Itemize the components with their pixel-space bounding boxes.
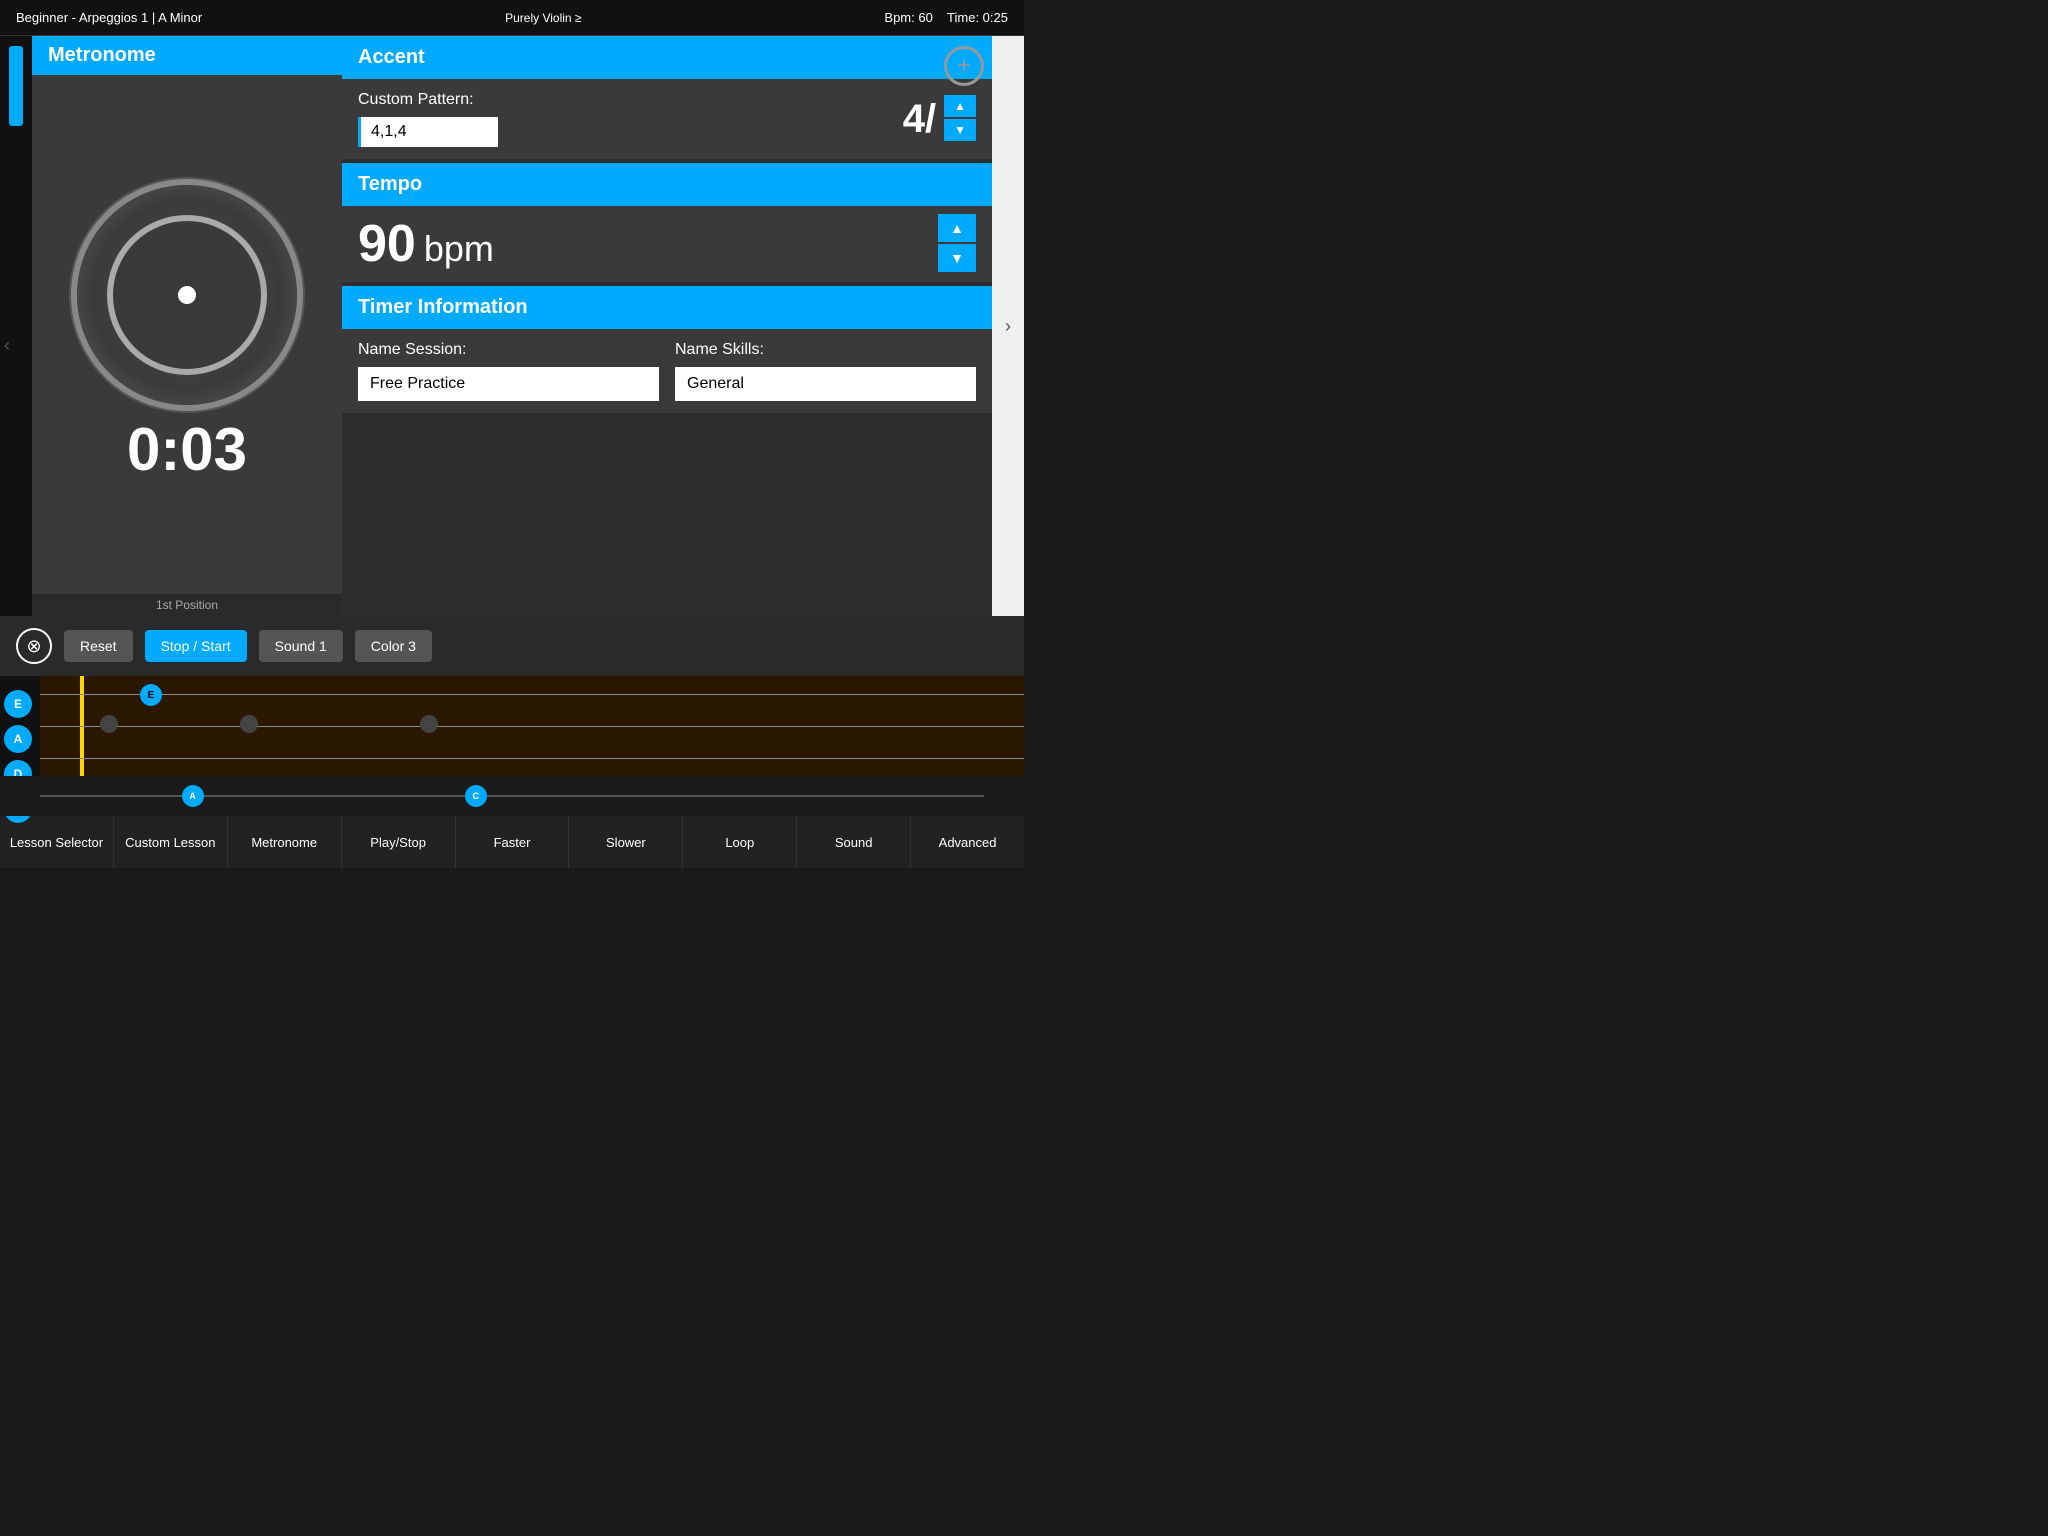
color-button[interactable]: Color 3 bbox=[355, 630, 432, 662]
level-bar bbox=[9, 46, 23, 126]
note-e-1: E bbox=[140, 684, 162, 706]
skills-input[interactable] bbox=[675, 367, 976, 401]
skills-label: Name Skills: bbox=[675, 341, 976, 359]
left-arrow-icon[interactable]: ‹ bbox=[4, 335, 10, 356]
custom-pattern-label: Custom Pattern: bbox=[358, 91, 891, 109]
accent-header: Accent bbox=[342, 36, 992, 79]
nav-custom-lesson[interactable]: Custom Lesson bbox=[114, 816, 228, 868]
nav-sound[interactable]: Sound bbox=[797, 816, 911, 868]
accent-section: Accent Custom Pattern: 4/ ▲ ▼ bbox=[342, 36, 992, 159]
accent-body: Custom Pattern: 4/ ▲ ▼ bbox=[342, 79, 992, 159]
time-sig-display: 4/ bbox=[903, 97, 936, 142]
metronome-time-display: 0:03 bbox=[127, 415, 247, 484]
time-sig-up[interactable]: ▲ bbox=[944, 95, 976, 117]
tempo-unit: bpm bbox=[424, 228, 494, 270]
right-panel: Accent Custom Pattern: 4/ ▲ ▼ bbox=[342, 36, 992, 616]
metronome-body: 0:03 bbox=[32, 75, 342, 594]
tempo-section: Tempo 90 bpm ▲ ▼ bbox=[342, 163, 992, 282]
accent-controls: Custom Pattern: 4/ ▲ ▼ bbox=[358, 91, 976, 147]
nav-loop[interactable]: Loop bbox=[683, 816, 797, 868]
right-arrow-icon[interactable]: › bbox=[1005, 316, 1011, 337]
main-content: + ‹ Metronome 0:03 1st Position Accent bbox=[0, 36, 1024, 616]
lesson-title: Beginner - Arpeggios 1 | A Minor bbox=[16, 10, 202, 25]
session-input[interactable] bbox=[358, 367, 659, 401]
tempo-body: 90 bpm ▲ ▼ bbox=[342, 206, 992, 282]
top-bar: Beginner - Arpeggios 1 | A Minor Purely … bbox=[0, 0, 1024, 36]
tempo-up[interactable]: ▲ bbox=[938, 214, 976, 242]
close-button[interactable]: ⊗ bbox=[16, 628, 52, 664]
tempo-header: Tempo bbox=[342, 163, 992, 206]
time-sig-stepper: ▲ ▼ bbox=[944, 95, 976, 143]
time-display: Time: 0:25 bbox=[947, 10, 1008, 25]
slider-thumb-c[interactable]: C bbox=[465, 785, 487, 807]
fretboard-area: E A D G E bbox=[0, 676, 1024, 776]
custom-pattern-input[interactable] bbox=[358, 117, 498, 147]
time-sig-down[interactable]: ▼ bbox=[944, 119, 976, 141]
dial-inner-ring bbox=[107, 215, 267, 375]
metronome-panel: Metronome 0:03 1st Position bbox=[32, 36, 342, 616]
fret-marker-3 bbox=[420, 715, 438, 733]
tempo-value: 90 bbox=[358, 214, 416, 274]
fretboard: E bbox=[40, 676, 1024, 776]
string-e: E bbox=[4, 690, 32, 718]
bpm-display: Bpm: 60 bbox=[884, 10, 932, 25]
tempo-stepper: ▲ ▼ bbox=[938, 214, 976, 274]
control-bar: ⊗ Reset Stop / Start Sound 1 Color 3 bbox=[0, 616, 1024, 676]
position-label: 1st Position bbox=[32, 594, 342, 616]
string-line-e bbox=[40, 694, 1024, 695]
nav-metronome[interactable]: Metronome bbox=[228, 816, 342, 868]
add-button[interactable]: + bbox=[944, 46, 984, 86]
metronome-header: Metronome bbox=[32, 36, 342, 75]
timer-row-labels: Name Session: Name Skills: bbox=[358, 341, 976, 359]
timer-body: Name Session: Name Skills: bbox=[342, 329, 992, 413]
string-line-d bbox=[40, 758, 1024, 759]
instrument-area: ⊗ Reset Stop / Start Sound 1 Color 3 E A… bbox=[0, 616, 1024, 816]
sound-button[interactable]: Sound 1 bbox=[259, 630, 343, 662]
timer-info-header: Timer Information bbox=[342, 286, 992, 329]
reset-button[interactable]: Reset bbox=[64, 630, 133, 662]
nav-advanced[interactable]: Advanced bbox=[911, 816, 1024, 868]
app-logo: Purely Violin ≥ bbox=[505, 11, 581, 25]
nav-play-stop[interactable]: Play/Stop bbox=[342, 816, 456, 868]
slider-thumb-a[interactable]: A bbox=[182, 785, 204, 807]
fret-marker-2 bbox=[240, 715, 258, 733]
timer-section: Timer Information Name Session: Name Ski… bbox=[342, 286, 992, 413]
bpm-time: Bpm: 60 Time: 0:25 bbox=[884, 10, 1008, 25]
session-label: Name Session: bbox=[358, 341, 659, 359]
tempo-down[interactable]: ▼ bbox=[938, 244, 976, 272]
right-strip: › bbox=[992, 36, 1024, 616]
slider-track[interactable]: A C bbox=[40, 795, 984, 797]
bottom-nav: Lesson Selector Custom Lesson Metronome … bbox=[0, 816, 1024, 868]
nav-slower[interactable]: Slower bbox=[569, 816, 683, 868]
nav-faster[interactable]: Faster bbox=[456, 816, 570, 868]
string-a: A bbox=[4, 725, 32, 753]
slider-area: A C bbox=[0, 776, 1024, 816]
dial-center-dot bbox=[178, 286, 196, 304]
timer-inputs bbox=[358, 367, 976, 401]
string-line-a bbox=[40, 726, 1024, 727]
left-strip: ‹ bbox=[0, 36, 32, 616]
fret-marker-1 bbox=[100, 715, 118, 733]
stop-start-button[interactable]: Stop / Start bbox=[145, 630, 247, 662]
metronome-dial bbox=[77, 185, 297, 405]
dial-outer bbox=[77, 185, 297, 405]
